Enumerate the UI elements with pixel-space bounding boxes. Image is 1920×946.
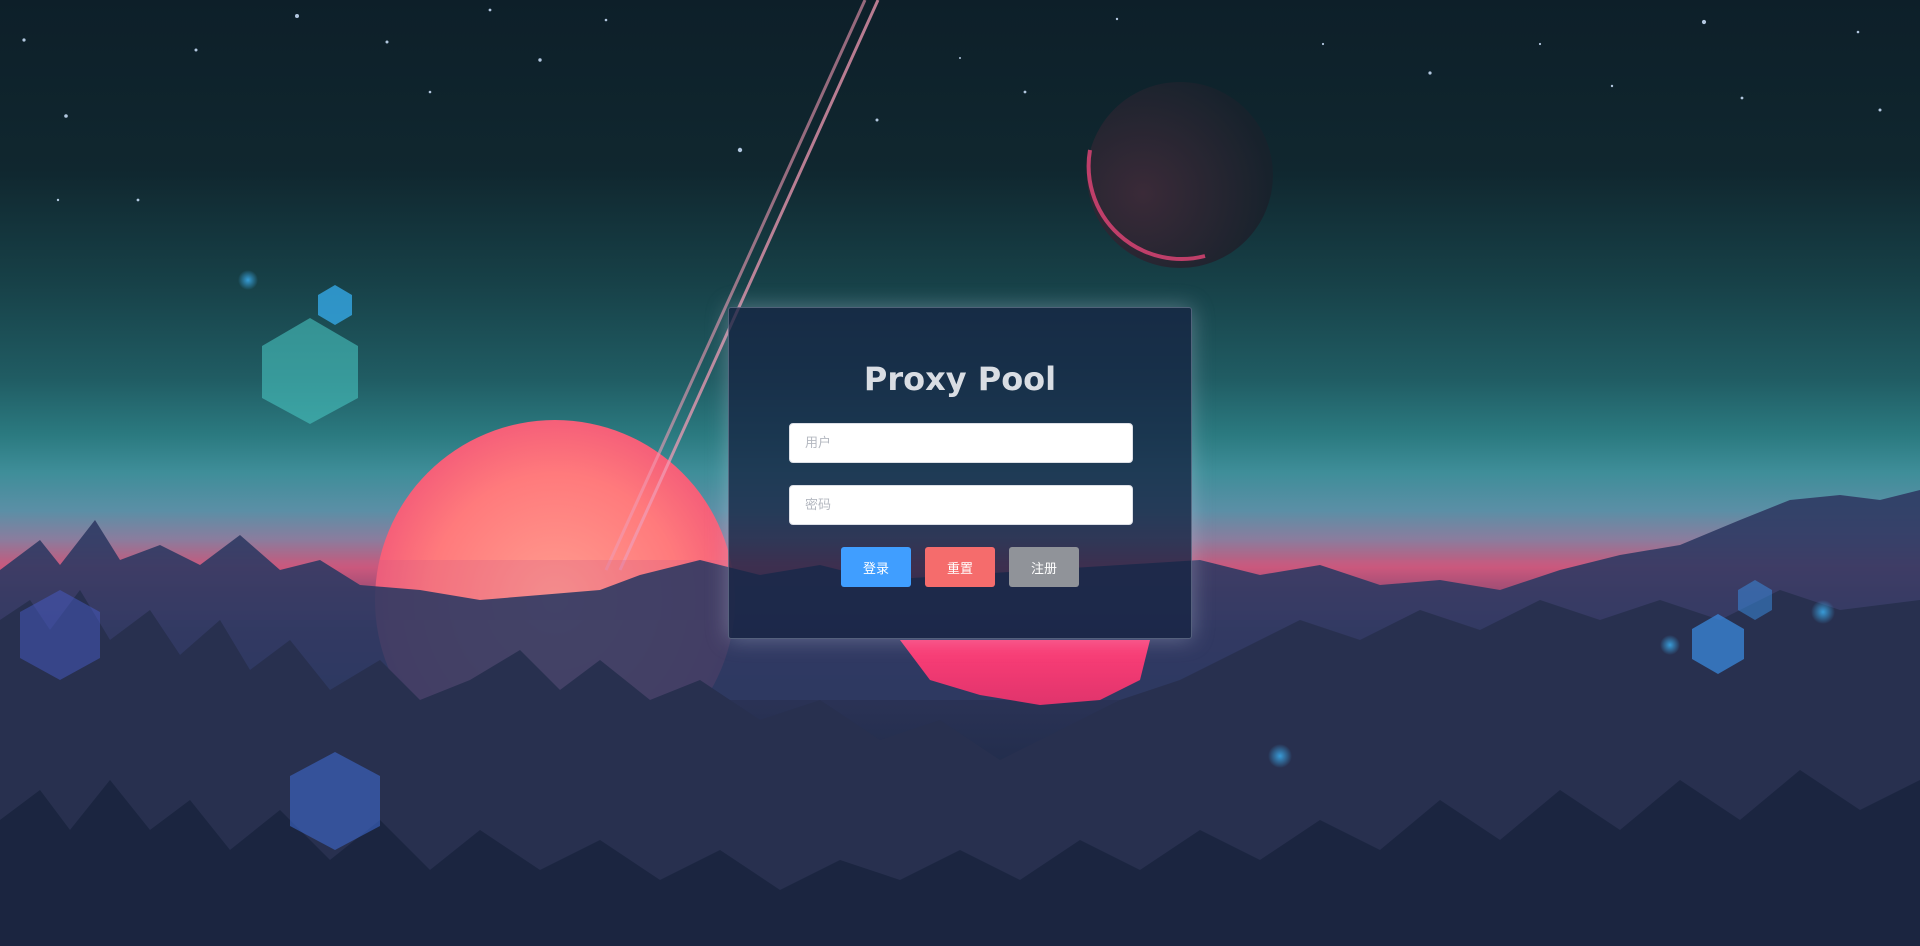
password-input[interactable]: [789, 485, 1133, 525]
login-title: Proxy Pool: [863, 360, 1057, 398]
login-panel: Proxy Pool 登录 重置 注册: [728, 307, 1192, 639]
planet: [1087, 82, 1273, 268]
login-page: Proxy Pool 登录 重置 注册: [0, 0, 1920, 946]
login-button[interactable]: 登录: [841, 547, 911, 587]
stars: [22, 8, 1882, 202]
username-input[interactable]: [789, 423, 1133, 463]
register-button[interactable]: 注册: [1009, 547, 1079, 587]
reset-button[interactable]: 重置: [925, 547, 995, 587]
